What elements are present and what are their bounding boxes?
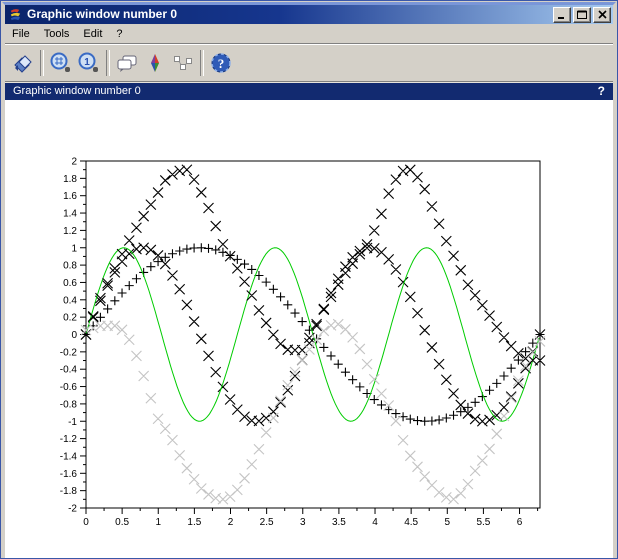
copy-window-button[interactable] <box>113 50 141 76</box>
svg-text:1.2: 1.2 <box>63 226 77 237</box>
menubar: File Tools Edit ? <box>5 24 613 43</box>
toolbar-separator <box>200 50 204 76</box>
scilab-logo-icon <box>8 7 23 22</box>
svg-text:-0.2: -0.2 <box>60 347 78 358</box>
menu-help[interactable]: ? <box>109 26 129 42</box>
svg-text:3: 3 <box>300 517 306 528</box>
toolbar: 1 <box>5 43 613 81</box>
menu-tools[interactable]: Tools <box>37 26 77 42</box>
figure-canvas[interactable]: 0 0.5 1 1.5 2 2.5 3 3.5 4 4.5 5 5.5 6 2 1.8 1.6 1.4 1.2 1 0… <box>5 100 613 558</box>
ged-properties-icon <box>143 51 167 75</box>
ged-properties-button[interactable] <box>141 50 169 76</box>
close-button[interactable] <box>593 7 611 23</box>
svg-text:-1: -1 <box>68 417 77 428</box>
svg-text:1: 1 <box>84 57 90 68</box>
svg-text:-2: -2 <box>68 504 77 515</box>
svg-text:?: ? <box>218 56 225 71</box>
svg-text:-1.8: -1.8 <box>60 486 78 497</box>
svg-text:0: 0 <box>71 330 77 341</box>
infobar-help[interactable]: ? <box>598 84 605 98</box>
svg-text:1.6: 1.6 <box>63 191 77 202</box>
svg-text:2.5: 2.5 <box>260 517 274 528</box>
svg-text:0.2: 0.2 <box>63 313 77 324</box>
zoom-area-icon <box>49 51 73 75</box>
svg-text:-1.4: -1.4 <box>60 451 78 462</box>
svg-text:-0.4: -0.4 <box>60 365 78 376</box>
plot-area[interactable]: 0 0.5 1 1.5 2 2.5 3 3.5 4 4.5 5 5.5 6 2 1.8 1.6 1.4 1.2 1 0… <box>5 100 615 558</box>
minimize-icon <box>557 10 567 19</box>
toolbar-separator <box>106 50 110 76</box>
svg-text:2: 2 <box>71 157 77 168</box>
menu-file[interactable]: File <box>5 26 37 42</box>
svg-text:4: 4 <box>372 517 378 528</box>
titlebar[interactable]: Graphic window number 0 <box>5 5 613 24</box>
copy-window-icon <box>115 51 139 75</box>
graphic-window: Graphic window number 0 File Tools Edit … <box>0 0 618 559</box>
svg-text:1: 1 <box>71 243 77 254</box>
infobar: Graphic window number 0 ? <box>5 81 613 100</box>
window-title: Graphic window number 0 <box>27 5 551 24</box>
svg-text:1.5: 1.5 <box>187 517 201 528</box>
svg-text:0.5: 0.5 <box>115 517 129 528</box>
zoom-reset-icon: 1 <box>77 51 101 75</box>
svg-text:1: 1 <box>155 517 161 528</box>
maximize-button[interactable] <box>573 7 591 23</box>
svg-text:-0.6: -0.6 <box>60 382 78 393</box>
zoom-area-button[interactable] <box>47 50 75 76</box>
close-icon <box>598 10 607 19</box>
svg-text:0.4: 0.4 <box>63 295 77 306</box>
svg-text:0: 0 <box>83 517 89 528</box>
svg-text:1.8: 1.8 <box>63 174 77 185</box>
svg-text:2: 2 <box>228 517 234 528</box>
maximize-icon <box>577 10 587 19</box>
svg-text:5: 5 <box>444 517 450 528</box>
minimize-button[interactable] <box>553 7 571 23</box>
svg-text:3.5: 3.5 <box>332 517 346 528</box>
svg-text:-0.8: -0.8 <box>60 399 78 410</box>
help-button[interactable]: ? <box>207 50 235 76</box>
datatip-button[interactable] <box>169 50 197 76</box>
rotate-button[interactable] <box>9 50 37 76</box>
window-frame: Graphic window number 0 File Tools Edit … <box>2 2 616 557</box>
help-icon: ? <box>209 51 233 75</box>
svg-text:0.8: 0.8 <box>63 261 77 272</box>
zoom-reset-button[interactable]: 1 <box>75 50 103 76</box>
svg-text:6: 6 <box>517 517 523 528</box>
rotate-icon <box>11 51 35 75</box>
svg-text:0.6: 0.6 <box>63 278 77 289</box>
datatip-icon <box>171 51 195 75</box>
svg-text:1.4: 1.4 <box>63 209 77 220</box>
toolbar-separator <box>40 50 44 76</box>
svg-text:-1.6: -1.6 <box>60 469 78 480</box>
svg-text:4.5: 4.5 <box>404 517 418 528</box>
menu-edit[interactable]: Edit <box>76 26 109 42</box>
svg-text:5.5: 5.5 <box>476 517 490 528</box>
infobar-text: Graphic window number 0 <box>13 85 598 97</box>
svg-text:-1.2: -1.2 <box>60 434 78 445</box>
